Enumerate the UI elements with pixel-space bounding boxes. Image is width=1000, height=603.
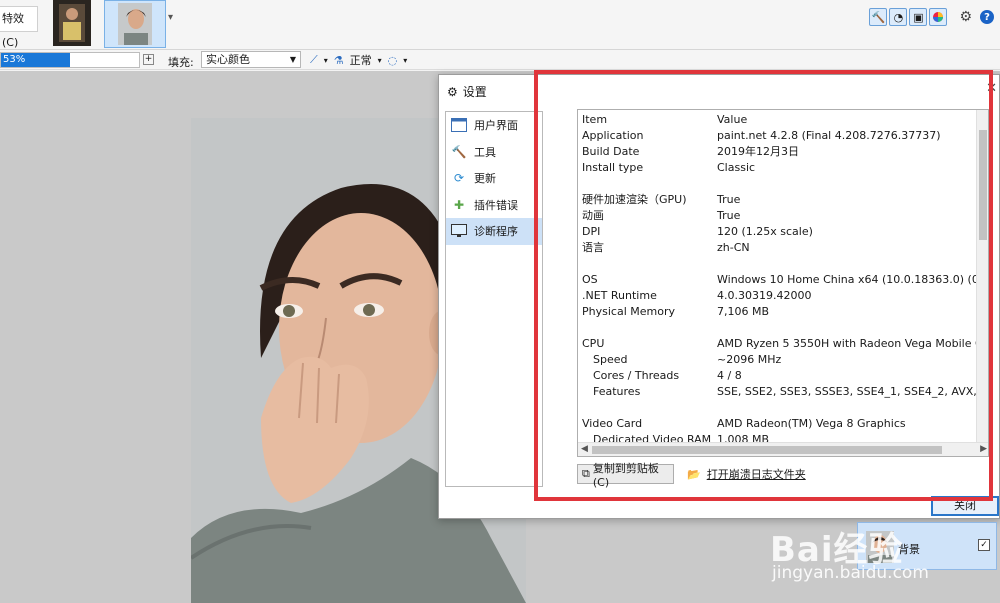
zoom-progress-bar[interactable]: 53% xyxy=(0,52,140,68)
window-toolbar: 🔨 ◔ ▣ ⚙ ? xyxy=(869,8,994,26)
table-row: CPU AMD Ryzen 5 3550H with Radeon Vega Mo… xyxy=(582,337,989,350)
table-row: Speed ~2096 MHz xyxy=(593,353,782,366)
horizontal-scrollbar[interactable]: ◀ ▶ xyxy=(578,442,988,456)
antialiasing-icon[interactable]: ⟋ xyxy=(310,53,318,67)
nav-item-label: 更新 xyxy=(474,172,496,186)
scrollbar-thumb[interactable] xyxy=(979,130,987,240)
blend-mode-value[interactable]: 正常 xyxy=(350,52,372,68)
folder-link-label: 打开崩溃日志文件夹 xyxy=(706,468,806,481)
zoom-expand-icon[interactable]: + xyxy=(143,54,154,65)
close-button[interactable]: 关闭 xyxy=(931,496,999,516)
diagnostics-info-list[interactable]: Item Value Application paint.net 4.2.8 (F… xyxy=(577,109,989,457)
table-row: DPI 120 (1.25x scale) xyxy=(582,225,813,238)
scrollbar-thumb[interactable] xyxy=(592,446,942,454)
fill-select-value: 实心颜色 xyxy=(206,53,250,66)
image-tab-2-active[interactable] xyxy=(104,0,166,48)
selection-quality-icon[interactable]: ◌ xyxy=(388,54,398,67)
blend-mode-icon: ⚗ xyxy=(333,53,344,67)
nav-item-label: 插件错误 xyxy=(474,198,518,212)
settings-dialog: ⚙ 设置 ✕ 用户界面 🔨 工具 ⟳ 更新 ✚ 插件错误 诊断程序 Item V… xyxy=(438,74,1000,519)
window-icon xyxy=(450,116,468,134)
image-tab-1[interactable] xyxy=(53,0,91,46)
table-row: Install type Classic xyxy=(582,161,756,174)
fill-select[interactable]: 实心颜色 ▼ xyxy=(201,51,301,68)
image-thumbnail-1 xyxy=(53,0,91,46)
image-thumbnail-2 xyxy=(118,3,152,45)
tool-options-bar: 53% + 填充: 实心颜色 ▼ ⟋ ▾ ⚗ 正常 ▾ ◌ ▾ xyxy=(0,50,1000,70)
zoom-percent-text: 53% xyxy=(3,54,26,65)
table-row: Cores / Threads 4 / 8 xyxy=(593,369,742,382)
table-row: Video Card AMD Radeon(TM) Vega 8 Graphics xyxy=(582,417,906,430)
settings-gear-icon[interactable]: ⚙ xyxy=(959,9,972,25)
watermark-url: jingyan.baidu.com xyxy=(772,563,929,583)
copy-icon: ⧉ xyxy=(582,467,590,480)
layer-visibility-checkbox[interactable]: ✓ xyxy=(978,539,990,551)
nav-item-updates[interactable]: ⟳ 更新 xyxy=(446,165,542,192)
table-row: 语言 zh-CN xyxy=(582,241,750,254)
settings-nav: 用户界面 🔨 工具 ⟳ 更新 ✚ 插件错误 诊断程序 xyxy=(445,111,543,487)
column-header-value: Value xyxy=(717,113,748,126)
help-icon[interactable]: ? xyxy=(980,10,994,24)
chevron-down-icon[interactable]: ▾ xyxy=(403,56,407,65)
table-row: OS Windows 10 Home China x64 (10.0.18363.… xyxy=(582,273,989,286)
nav-item-plugin-errors[interactable]: ✚ 插件错误 xyxy=(446,192,542,219)
history-window-icon[interactable]: ◔ xyxy=(889,8,908,26)
chevron-down-icon[interactable]: ▾ xyxy=(324,56,328,65)
nav-item-diagnostics[interactable]: 诊断程序 xyxy=(446,218,542,245)
table-row: 动画 True xyxy=(582,209,741,222)
scroll-right-arrow-icon[interactable]: ▶ xyxy=(980,444,987,454)
copy-to-clipboard-button[interactable]: ⧉ 复制到剪贴板(C) xyxy=(577,462,674,489)
table-row: .NET Runtime 4.0.30319.42000 xyxy=(582,289,812,302)
refresh-icon: ⟳ xyxy=(453,171,465,186)
monitor-icon xyxy=(450,222,468,240)
nav-item-label: 工具 xyxy=(474,145,496,159)
tools-window-icon[interactable]: 🔨 xyxy=(869,8,888,26)
nav-item-label: 用户界面 xyxy=(474,119,518,133)
folder-icon: 📂 xyxy=(687,467,701,481)
table-row: 硬件加速渲染（GPU) True xyxy=(582,193,741,206)
colors-window-icon[interactable] xyxy=(929,8,948,26)
table-row: Build Date 2019年12月3日 xyxy=(582,145,799,158)
fill-label: 填充: xyxy=(168,56,194,69)
image-tabs-bar: 特效(C) ▾ 🔨 ◔ ▣ ⚙ ? xyxy=(0,0,1000,50)
table-row: Features SSE, SSE2, SSE3, SSSE3, SSE4_1, … xyxy=(593,385,989,398)
nav-item-user-interface[interactable]: 用户界面 xyxy=(446,112,542,139)
chevron-down-icon[interactable]: ▾ xyxy=(378,56,382,65)
close-icon[interactable]: ✕ xyxy=(986,81,997,96)
vertical-scrollbar[interactable] xyxy=(976,110,988,444)
chevron-down-icon: ▼ xyxy=(289,55,296,64)
dialog-titlebar: ⚙ 设置 xyxy=(447,83,487,100)
copy-button-label: 复制到剪贴板(C) xyxy=(592,461,659,489)
tabs-overflow-chevron-icon[interactable]: ▾ xyxy=(168,12,173,23)
hammer-icon: 🔨 xyxy=(451,144,467,159)
gear-icon: ⚙ xyxy=(447,84,458,99)
table-row: Physical Memory 7,106 MB xyxy=(582,305,770,318)
nav-item-label: 诊断程序 xyxy=(474,225,518,239)
scroll-left-arrow-icon[interactable]: ◀ xyxy=(581,444,588,454)
nav-item-tools[interactable]: 🔨 工具 xyxy=(446,139,542,166)
layers-window-icon[interactable]: ▣ xyxy=(909,8,928,26)
dialog-title: 设置 xyxy=(462,85,487,99)
puzzle-icon: ✚ xyxy=(453,197,465,212)
table-header: Item Value xyxy=(582,112,980,128)
effects-menu[interactable]: 特效(C) xyxy=(0,6,38,49)
table-row: Application paint.net 4.2.8 (Final 4.208.… xyxy=(582,129,941,142)
open-crash-log-folder-link[interactable]: 📂 打开崩溃日志文件夹 xyxy=(687,466,806,482)
column-header-item: Item xyxy=(582,113,608,126)
